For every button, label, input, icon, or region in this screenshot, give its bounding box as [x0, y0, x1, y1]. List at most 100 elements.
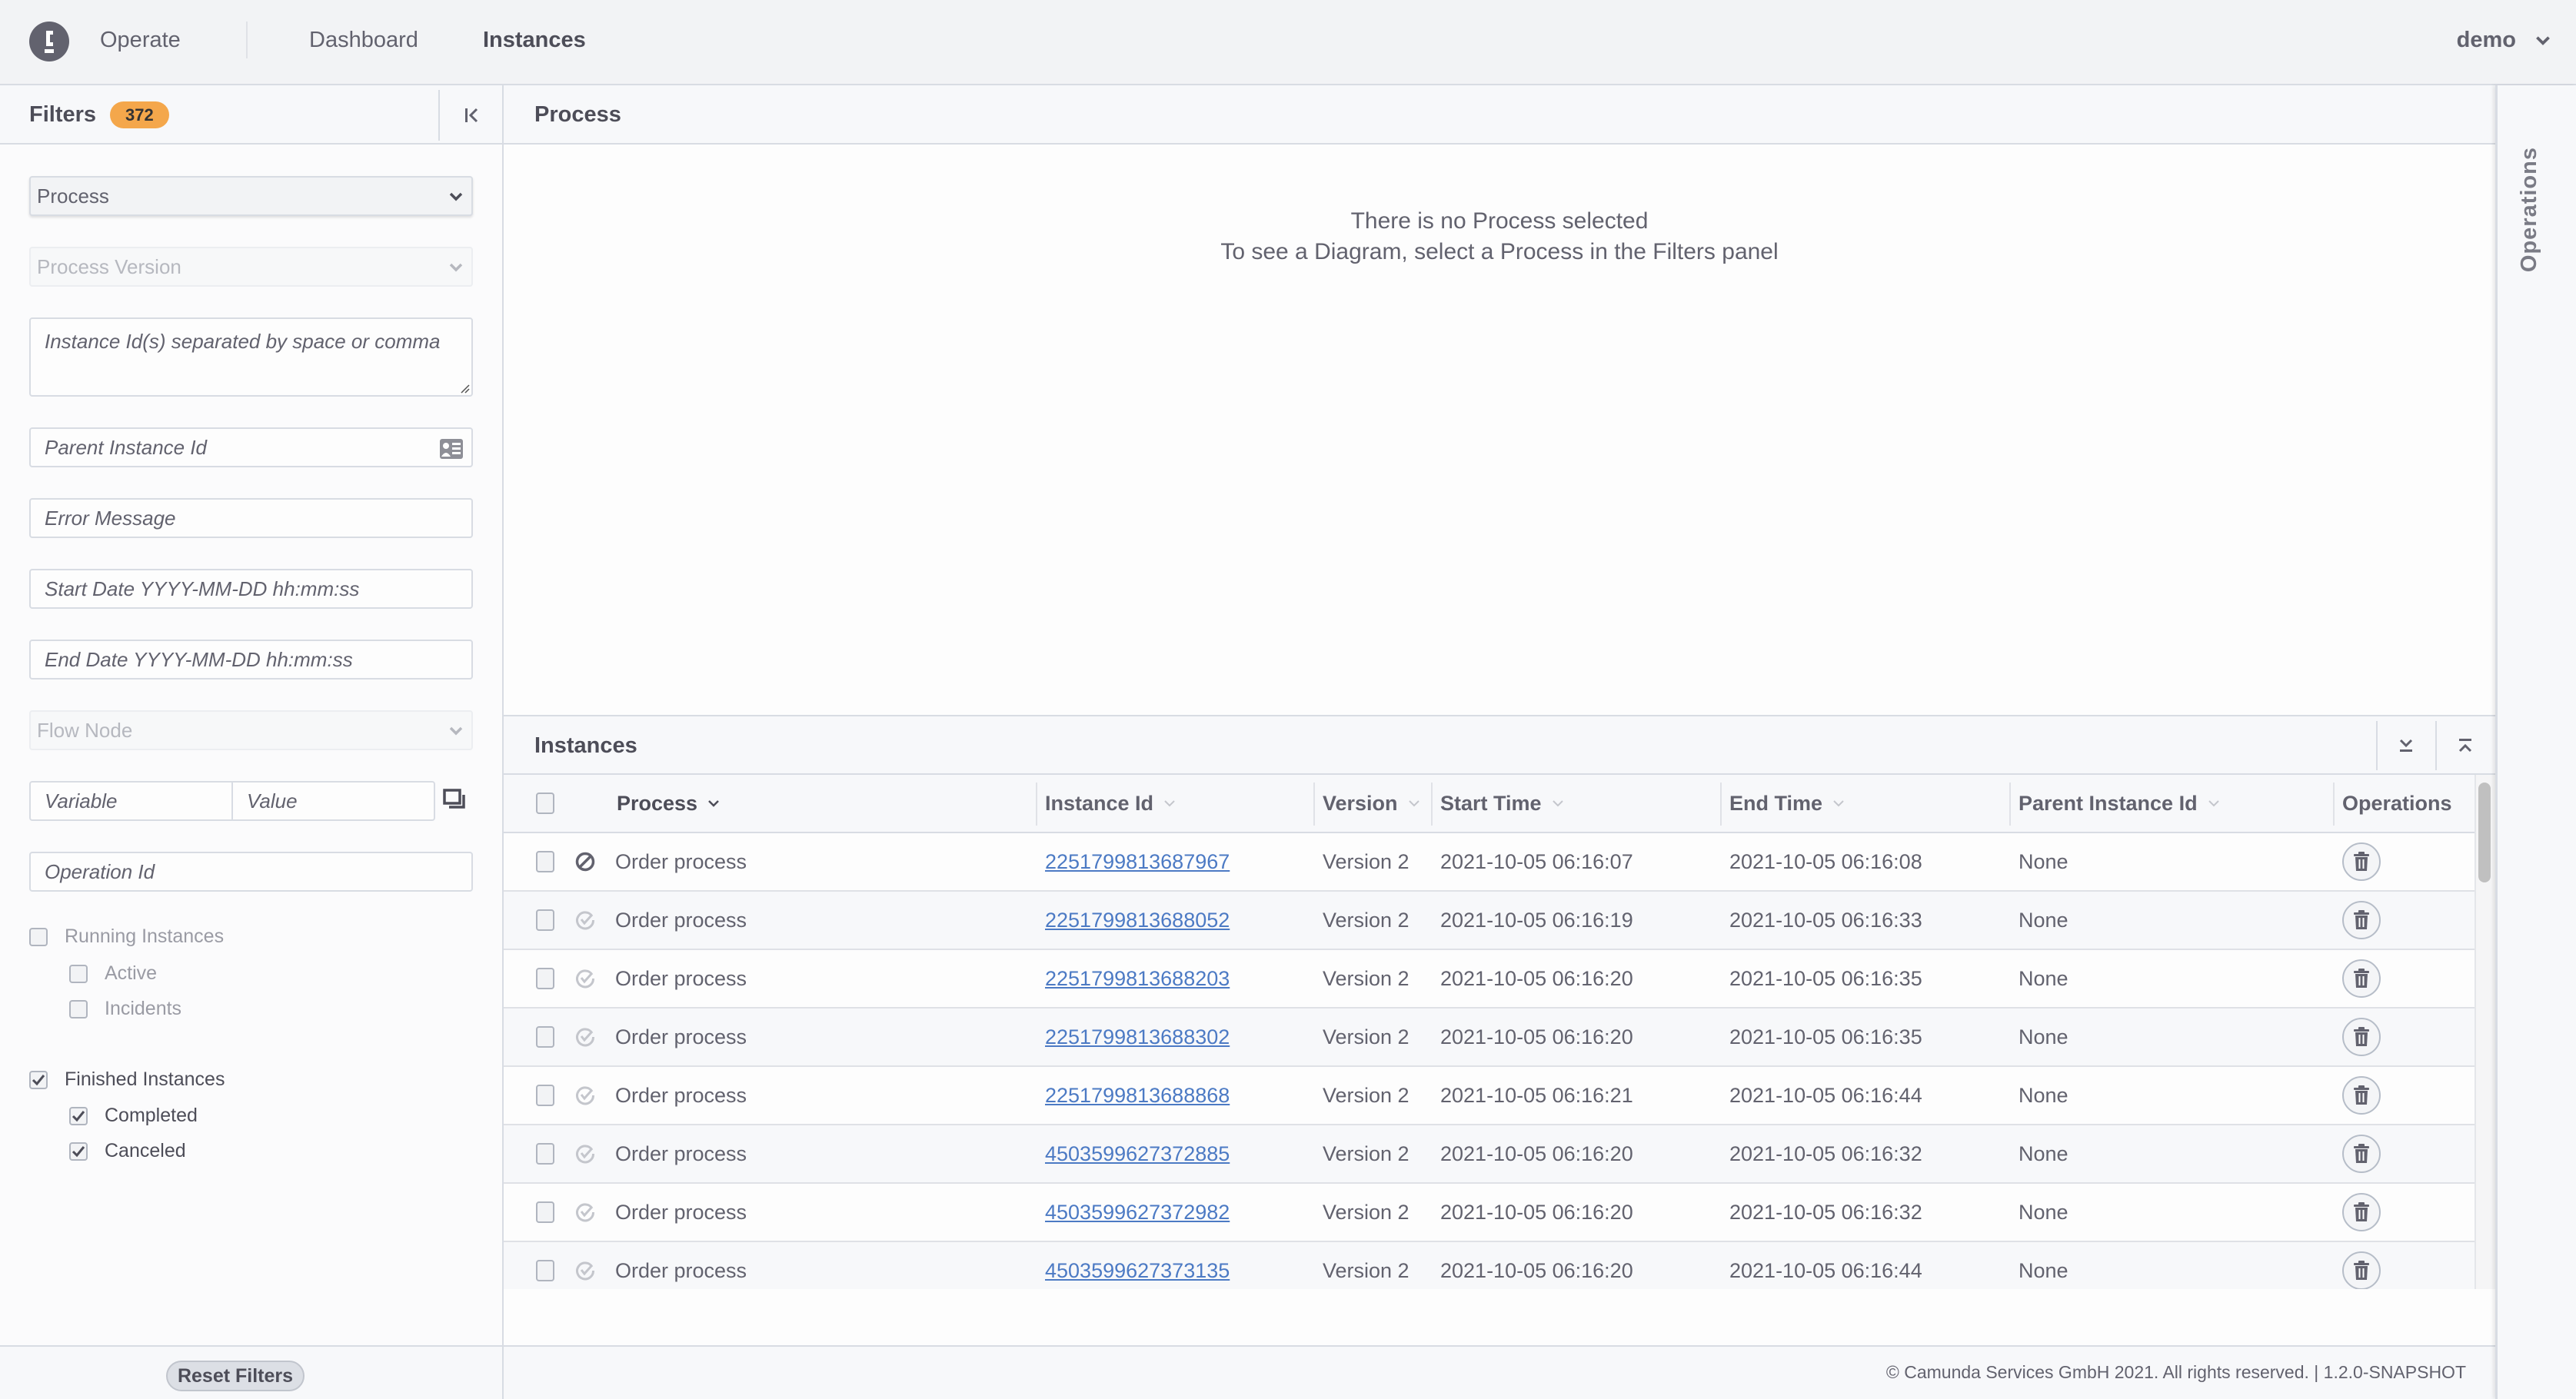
finished-instances-checkbox[interactable]: Finished Instances	[29, 1068, 225, 1091]
version: Version 2	[1323, 1200, 1409, 1224]
delete-instance-button[interactable]	[2342, 901, 2381, 939]
column-label: Operations	[2342, 791, 2452, 815]
delete-instance-button[interactable]	[2342, 1018, 2381, 1056]
nav-dashboard[interactable]: Dashboard	[309, 28, 418, 53]
instance-id-link[interactable]: 4503599627372982	[1045, 1201, 1230, 1225]
table-row[interactable]: Order process 2251799813688203 Version 2…	[504, 950, 2474, 1009]
version-cell: Version 2	[1323, 950, 1409, 1007]
sort-chevron-down-icon	[2208, 800, 2219, 807]
end-time: 2021-10-05 06:16:35	[1729, 1025, 1922, 1048]
process-panel-title: Process	[534, 102, 621, 127]
operations-cell	[2342, 950, 2381, 1007]
table-row[interactable]: Order process 4503599627372982 Version 2…	[504, 1184, 2474, 1242]
row-checkbox[interactable]	[536, 851, 554, 872]
instance-id-link[interactable]: 2251799813688203	[1045, 967, 1230, 991]
resize-grip-icon[interactable]	[459, 383, 470, 394]
parent-instance-id-input[interactable]: Parent Instance Id	[29, 427, 473, 467]
operation-id-input[interactable]: Operation Id	[29, 852, 473, 892]
instance-id-link[interactable]: 2251799813688302	[1045, 1025, 1230, 1049]
parent-instance-id: None	[2019, 1141, 2068, 1165]
completed-status-icon	[576, 1261, 595, 1281]
app-brand[interactable]: Operate	[100, 28, 181, 53]
column-header-version[interactable]: Version	[1313, 775, 1421, 832]
process-version-select[interactable]: Process Version	[29, 247, 473, 287]
column-header-end-time[interactable]: End Time	[1719, 775, 1845, 832]
instance-ids-textarea[interactable]: Instance Id(s) separated by space or com…	[29, 317, 473, 397]
parent-instance-cell: None	[2019, 833, 2068, 890]
completed-label: Completed	[105, 1105, 198, 1126]
row-checkbox[interactable]	[536, 1026, 554, 1048]
end-date-input[interactable]: End Date YYYY-MM-DD hh:mm:ss	[29, 640, 473, 680]
app-header: Operate Dashboard Instances demo	[0, 0, 2576, 85]
checkbox-unchecked[interactable]	[29, 927, 48, 946]
checkbox-unchecked[interactable]	[69, 964, 88, 983]
completed-checkbox[interactable]: Completed	[69, 1105, 198, 1127]
checkbox-checked[interactable]	[69, 1106, 88, 1125]
trash-icon	[2354, 910, 2369, 929]
table-row[interactable]: Order process 2251799813687967 Version 2…	[504, 833, 2474, 892]
completed-status-icon	[576, 1028, 595, 1047]
column-header-start-time[interactable]: Start Time	[1431, 775, 1565, 832]
instance-id-link[interactable]: 2251799813688052	[1045, 909, 1230, 932]
checkbox-unchecked[interactable]	[69, 999, 88, 1019]
incidents-checkbox[interactable]: Incidents	[69, 998, 181, 1020]
row-checkbox-cell	[536, 1009, 554, 1065]
start-time-cell: 2021-10-05 06:16:07	[1440, 833, 1633, 890]
delete-instance-button[interactable]	[2342, 1076, 2381, 1115]
checkbox-checked[interactable]	[69, 1141, 88, 1161]
flow-node-select[interactable]: Flow Node	[29, 710, 473, 750]
delete-instance-button[interactable]	[2342, 1135, 2381, 1173]
process-name: Order process	[615, 966, 747, 990]
instance-id-link[interactable]: 4503599627372885	[1045, 1142, 1230, 1166]
camunda-logo-icon[interactable]	[29, 22, 69, 61]
active-checkbox[interactable]: Active	[69, 962, 157, 985]
status-cell	[574, 892, 596, 949]
row-checkbox[interactable]	[536, 909, 554, 931]
scrollbar-thumb[interactable]	[2478, 783, 2491, 882]
instance-id-link[interactable]: 4503599627373135	[1045, 1259, 1230, 1283]
table-row[interactable]: Order process 2251799813688868 Version 2…	[504, 1067, 2474, 1125]
finished-instances-label: Finished Instances	[65, 1068, 225, 1090]
nav-instances[interactable]: Instances	[483, 28, 586, 53]
canceled-checkbox[interactable]: Canceled	[69, 1140, 186, 1162]
row-checkbox[interactable]	[536, 1201, 554, 1223]
column-header-process[interactable]: Process	[617, 775, 721, 832]
collapse-filters-button[interactable]	[438, 90, 504, 141]
delete-instance-button[interactable]	[2342, 1251, 2381, 1289]
instance-id-link[interactable]: 2251799813687967	[1045, 850, 1230, 874]
table-row[interactable]: Order process 2251799813688052 Version 2…	[504, 892, 2474, 950]
column-header-instance-id[interactable]: Instance Id	[1035, 775, 1177, 832]
delete-instance-button[interactable]	[2342, 959, 2381, 998]
row-checkbox[interactable]	[536, 1143, 554, 1165]
table-row[interactable]: Order process 4503599627373135 Version 2…	[504, 1242, 2474, 1289]
expand-panel-button[interactable]	[2376, 721, 2435, 770]
table-row[interactable]: Order process 2251799813688302 Version 2…	[504, 1009, 2474, 1067]
variable-input[interactable]: Variable	[31, 783, 231, 819]
delete-instance-button[interactable]	[2342, 1193, 2381, 1231]
running-instances-checkbox[interactable]: Running Instances	[29, 925, 224, 948]
instance-id-link[interactable]: 2251799813688868	[1045, 1084, 1230, 1108]
instance-id-cell: 2251799813688302	[1045, 1009, 1230, 1065]
user-menu[interactable]: demo	[2457, 28, 2553, 53]
collapse-panel-button[interactable]	[2435, 721, 2494, 770]
row-checkbox[interactable]	[536, 968, 554, 989]
checkbox-checked[interactable]	[29, 1070, 48, 1089]
start-date-input[interactable]: Start Date YYYY-MM-DD hh:mm:ss	[29, 569, 473, 609]
column-header-parent-instance-id[interactable]: Parent Instance Id	[2009, 775, 2221, 832]
select-all-checkbox[interactable]	[536, 793, 554, 814]
reset-filters-button[interactable]: Reset Filters	[166, 1361, 305, 1391]
table-row[interactable]: Order process 4503599627372885 Version 2…	[504, 1125, 2474, 1184]
process-select[interactable]: Process	[29, 176, 473, 216]
operations-side-panel[interactable]: Operations	[2495, 85, 2576, 1399]
row-checkbox[interactable]	[536, 1085, 554, 1106]
delete-instance-button[interactable]	[2342, 842, 2381, 881]
row-checkbox[interactable]	[536, 1260, 554, 1281]
version: Version 2	[1323, 1025, 1409, 1048]
error-message-input[interactable]: Error Message	[29, 498, 473, 538]
multiple-variables-icon[interactable]	[443, 789, 466, 812]
version: Version 2	[1323, 908, 1409, 932]
id-card-icon[interactable]	[439, 438, 464, 460]
value-input[interactable]: Value	[231, 783, 434, 819]
filters-header: Filters 372	[0, 85, 502, 145]
row-checkbox-cell	[536, 833, 554, 890]
